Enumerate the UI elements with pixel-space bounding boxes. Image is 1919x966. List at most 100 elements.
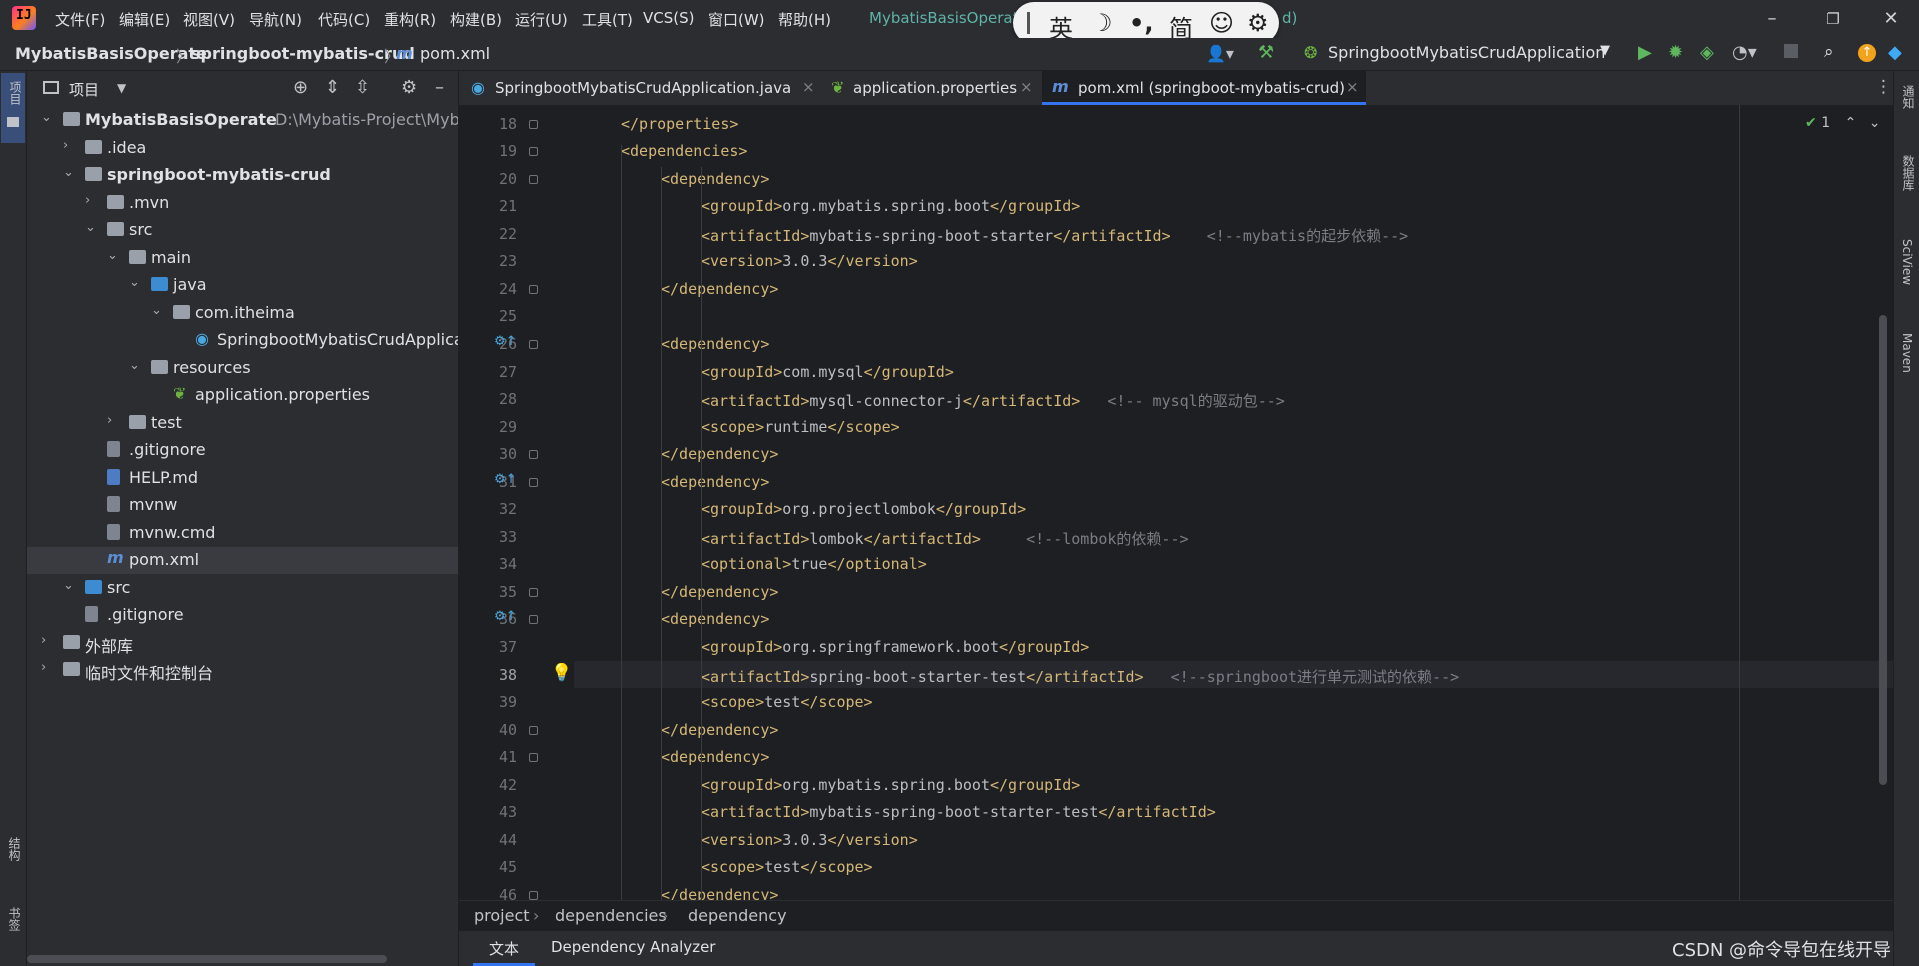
code-line[interactable]: <dependency> [661,170,769,197]
sciview-tool-label[interactable]: SciView [1900,239,1914,285]
chevron-right-icon[interactable]: › [63,138,77,153]
tree-item[interactable]: › .mvn [27,190,458,217]
maven-tool-label[interactable]: Maven [1900,333,1914,373]
intellij-logo-icon[interactable]: IJ [12,6,36,30]
code-line[interactable]: <scope>test</scope> [701,858,873,885]
code-line[interactable]: <java.version>17</java.version> [661,105,941,114]
menu-item[interactable]: 构建(B) [450,9,502,30]
menu-item[interactable]: 窗口(W) [708,9,765,30]
tab-application-java[interactable]: ◉ SpringbootMybatisCrudApplication.java … [465,71,821,105]
breadcrumb-file[interactable]: pom.xml [420,44,490,63]
menu-item[interactable]: 导航(N) [249,9,302,30]
build-hammer-icon[interactable]: ⚒ [1258,42,1274,63]
horizontal-scrollbar[interactable] [27,955,387,963]
code-line[interactable]: <groupId>org.projectlombok</groupId> [701,500,1026,527]
chevron-down-icon[interactable]: ⌄ [41,110,55,125]
run-config-dropdown[interactable]: ❂ SpringbootMybatisCrudApplication ▼ [1304,43,1610,65]
code-line[interactable]: <artifactId>mybatis-spring-boot-starter<… [701,225,1408,252]
menu-item[interactable]: 重构(R) [384,9,436,30]
code-line[interactable]: <dependencies> [621,142,747,169]
menu-item[interactable]: VCS(S) [643,9,694,27]
inspection-widget[interactable]: ✔ 1 ⌃ ⌄ [1805,115,1880,131]
chevron-down-icon[interactable]: ⌄ [129,275,143,290]
structure-tool-label[interactable]: 结构 [6,837,23,861]
fold-marker-icon[interactable] [529,725,538,735]
chevron-up-icon[interactable]: ⌃ [1845,115,1857,131]
code-line[interactable]: </dependency> [661,583,778,610]
tree-item[interactable]: ⌄ com.itheima [27,300,458,327]
locate-icon[interactable]: ⊕ [293,77,308,98]
fold-marker-icon[interactable] [529,174,538,184]
fold-marker-icon[interactable] [529,284,538,294]
gear-icon[interactable]: ⚙ [1247,9,1269,37]
menu-item[interactable]: 运行(U) [515,9,568,30]
stop-icon[interactable] [1784,44,1798,58]
update-icon[interactable]: ↑ [1858,44,1876,62]
coverage-icon[interactable]: ◈ [1700,42,1714,63]
code-editor[interactable]: 17181920212223242526⚙↑2728293031⚙↑323334… [459,105,1893,900]
code-line[interactable]: </dependency> [661,280,778,307]
tab-pom-xml[interactable]: m pom.xml (springboot-mybatis-crud) × [1042,71,1366,105]
chevron-down-icon[interactable]: ⌄ [85,220,99,235]
debug-icon[interactable]: ✹ [1668,42,1683,63]
code-line[interactable]: </dependency> [661,445,778,472]
fold-marker-icon[interactable] [529,587,538,597]
fold-marker-icon[interactable] [529,753,538,763]
expand-all-icon[interactable]: ⇕ [325,77,340,98]
code-line[interactable]: <groupId>org.mybatis.spring.boot</groupI… [701,776,1080,803]
chevron-down-icon[interactable]: ⌄ [63,578,77,593]
tree-item[interactable]: › test [27,410,458,437]
tab-close-application-properties[interactable]: × [1012,71,1036,105]
user-icon[interactable]: 👤▾ [1206,44,1234,63]
fold-marker-icon[interactable] [529,477,538,487]
tree-item[interactable]: ⌄ resources [27,355,458,382]
chevron-down-icon[interactable]: ⌄ [63,165,77,180]
tab-text[interactable]: 文本 [473,931,535,966]
collapse-all-icon[interactable]: ⇳ [355,77,370,98]
more-tabs-icon[interactable]: ⋮ [1875,77,1892,97]
fold-marker-icon[interactable] [529,147,538,157]
tree-item[interactable]: .gitignore [27,602,458,629]
chevron-down-icon[interactable]: ▼ [117,81,126,95]
code-line[interactable]: <dependency> [661,610,769,637]
notifications-tool-label[interactable]: 通知 [1900,85,1917,109]
run-icon[interactable]: ▶ [1638,42,1652,63]
fold-marker-icon[interactable] [529,450,538,460]
tree-item[interactable]: ⌄ MybatisBasisOperate D:\Mybatis-Project\M… [27,107,458,134]
code-line[interactable]: <artifactId>mybatis-spring-boot-starter-… [701,803,1216,830]
tree-item[interactable]: HELP.md [27,465,458,492]
chevron-right-icon[interactable]: › [41,633,55,648]
menu-item[interactable]: 帮助(H) [778,9,831,30]
chevron-right-icon[interactable]: › [85,193,99,208]
minimize-icon[interactable]: – [1757,6,1787,32]
breadcrumb-dependencies[interactable]: dependencies [555,906,667,925]
tree-item[interactable]: ⌄ springboot-mybatis-crud [27,162,458,189]
tree-item[interactable]: mvnw [27,492,458,519]
tab-application-properties[interactable]: ❦ application.properties [825,71,1025,105]
close-icon[interactable]: × [802,78,815,96]
code-line[interactable]: <groupId>com.mysql</groupId> [701,363,954,390]
tree-item[interactable]: m pom.xml [27,547,458,574]
tree-item[interactable]: › .idea [27,135,458,162]
breadcrumb-module[interactable]: springboot-mybatis-crud [191,44,415,63]
menu-item[interactable]: 视图(V) [183,9,235,30]
close-window-icon[interactable]: ✕ [1876,6,1906,32]
search-icon[interactable]: ⌕ [1824,42,1834,62]
code-line[interactable]: <version>3.0.3</version> [701,831,918,858]
fold-marker-icon[interactable] [529,339,538,349]
code-line[interactable]: <dependency> [661,473,769,500]
chevron-down-icon[interactable]: ⌄ [129,358,143,373]
tree-item[interactable]: ◉ SpringbootMybatisCrudApplicati [27,327,458,354]
database-tool-label[interactable]: 数据库 [1900,155,1917,191]
tree-item[interactable]: › 外部库 [27,630,458,657]
code-line[interactable]: <scope>runtime</scope> [701,418,900,445]
tree-item[interactable]: ⌄ java [27,272,458,299]
tree-item[interactable]: ⌄ src [27,575,458,602]
lightbulb-icon[interactable]: 💡 [551,663,572,683]
chevron-right-icon[interactable]: › [41,660,55,675]
gear-icon[interactable]: ⚙ [401,77,417,98]
plugin-icon[interactable]: ◆ [1888,42,1902,63]
menu-item[interactable]: 文件(F) [55,9,105,30]
code-line[interactable]: </dependency> [661,721,778,748]
tree-item[interactable]: › 临时文件和控制台 [27,657,458,684]
